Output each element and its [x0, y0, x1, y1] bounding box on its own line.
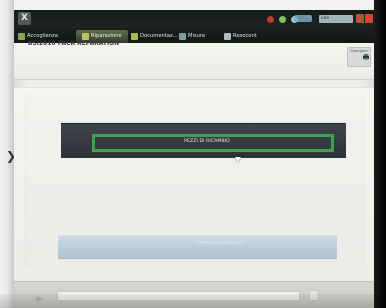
photo-frame: ❯ X vde Accoglienza Riparazione Document… [0, 0, 386, 308]
status-pill [294, 15, 312, 22]
home-icon [18, 33, 25, 40]
cursor-icon [235, 157, 241, 162]
tab-label: Misure [188, 33, 206, 39]
tab-documentazione[interactable]: Documentaz... [131, 30, 178, 43]
top-toolbar: X vde [14, 10, 374, 28]
primary-option-label: PEZZI DI RICAMBIO [184, 139, 230, 144]
secondary-option-label: APPROVVIGIONAMENTO [197, 241, 243, 245]
bottom-shadow [0, 294, 386, 308]
top-bar: X vde Accoglienza Riparazione Documentaz… [14, 10, 374, 43]
window-button-minimize[interactable] [356, 14, 364, 23]
diagnostic-screen: X vde Accoglienza Riparazione Documentaz… [14, 10, 374, 308]
document-icon [131, 33, 138, 40]
app-logo-icon: X [18, 12, 31, 25]
report-icon [224, 33, 231, 40]
window-button-close[interactable] [365, 14, 373, 23]
page-title: BSI2010 PACK REPARATION [28, 41, 120, 47]
tab-label: Resocont [233, 33, 257, 39]
gauge-icon [179, 33, 186, 40]
status-field: vde [319, 15, 353, 23]
header-strip [14, 43, 374, 80]
tab-label: Documentaz... [140, 33, 178, 39]
tab-resoconto[interactable]: Resocont [224, 30, 257, 43]
status-dot-icon [267, 16, 274, 23]
status-dot-icon [279, 16, 286, 23]
wrench-icon [82, 33, 89, 40]
tab-misure[interactable]: Misure [179, 30, 205, 43]
right-edge [374, 0, 386, 308]
secondary-option-row [58, 235, 337, 259]
printer-icon [363, 54, 369, 60]
